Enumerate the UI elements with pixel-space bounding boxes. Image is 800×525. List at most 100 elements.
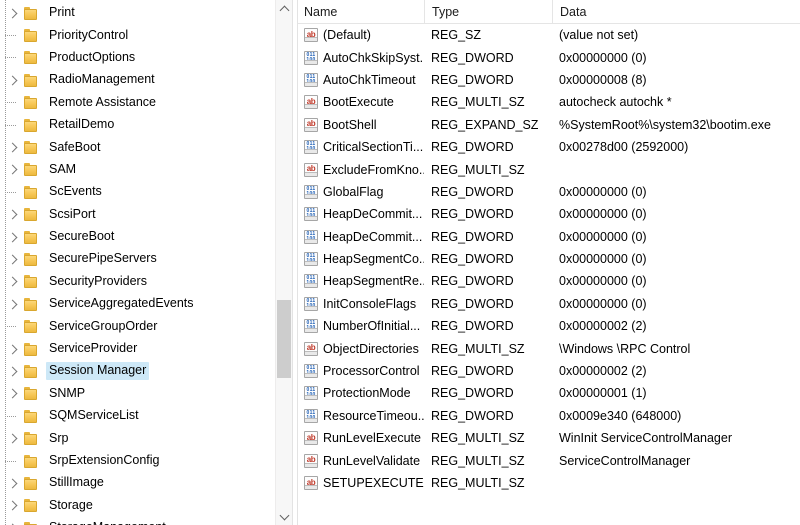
value-row[interactable]: 011100 InitConsoleFlags REG_DWORD 0x0000000…	[298, 293, 800, 315]
expand-chevron-icon[interactable]	[4, 472, 22, 494]
value-row[interactable]: 011100 HeapDeCommit... REG_DWORD 0x00000000…	[298, 226, 800, 248]
tree-item-stillimage[interactable]: StillImage	[0, 472, 292, 494]
tree-leaf-connector	[4, 92, 22, 114]
icon-fold	[305, 350, 317, 355]
expand-chevron-icon[interactable]	[4, 383, 22, 405]
dword-value-icon: 011100	[304, 252, 318, 267]
chevron-right-icon	[7, 254, 17, 265]
tree-item-snmp[interactable]: SNMP	[0, 383, 292, 405]
tree-item-print[interactable]: Print	[0, 2, 292, 24]
value-row[interactable]: 011100 NumberOfInitial... REG_DWORD 0x00000…	[298, 315, 800, 337]
tree-item-serviceprovider[interactable]: ServiceProvider	[0, 338, 292, 360]
scroll-up-button[interactable]	[276, 0, 292, 17]
value-row[interactable]: 011100 GlobalFlag REG_DWORD 0x00000000 (0)	[298, 181, 800, 203]
value-data: 0x00000000 (0)	[559, 229, 647, 244]
value-data: 0x00000002 (2)	[559, 364, 647, 379]
string-value-icon: ab	[304, 431, 318, 446]
value-row[interactable]: 011100 ProcessorControl REG_DWORD 0x0000000…	[298, 360, 800, 382]
folder-icon	[24, 342, 40, 356]
value-row[interactable]: 011100 HeapSegmentCo... REG_DWORD 0x0000000…	[298, 248, 800, 270]
expand-chevron-icon[interactable]	[4, 248, 22, 270]
tree-item-sqmservicelist[interactable]: SQMServiceList	[0, 405, 292, 427]
expand-chevron-icon[interactable]	[4, 226, 22, 248]
tree-item-srpextensionconfig[interactable]: SrpExtensionConfig	[0, 450, 292, 472]
tree-item-safeboot[interactable]: SafeBoot	[0, 136, 292, 158]
tree-connector-line	[5, 326, 16, 328]
expand-chevron-icon[interactable]	[4, 271, 22, 293]
expand-chevron-icon[interactable]	[4, 137, 22, 159]
value-row[interactable]: ab RunLevelExecute REG_MULTI_SZ WinInit Ser…	[298, 427, 800, 449]
tree-item-scsiport[interactable]: ScsiPort	[0, 204, 292, 226]
value-row[interactable]: 011100 ProtectionMode REG_DWORD 0x00000001 …	[298, 382, 800, 404]
values-list[interactable]: ab (Default) REG_SZ (value not set) 011100 Au…	[298, 24, 800, 494]
icon-fold	[305, 171, 317, 176]
tree-item-scevents[interactable]: ScEvents	[0, 181, 292, 203]
scrollbar-thumb[interactable]	[277, 300, 291, 378]
expand-chevron-icon[interactable]	[4, 517, 22, 525]
icon-fold	[305, 37, 317, 42]
expand-chevron-icon[interactable]	[4, 293, 22, 315]
expand-chevron-icon[interactable]	[4, 360, 22, 382]
tree-item-label: SecureBoot	[49, 229, 115, 244]
registry-key-tree[interactable]: Print PriorityControl ProductOptions RadioM…	[0, 0, 292, 525]
value-row[interactable]: 011100 ResourceTimeou... REG_DWORD 0x0009e3…	[298, 405, 800, 427]
tree-item-servicegrouporder[interactable]: ServiceGroupOrder	[0, 315, 292, 337]
tree-item-radiomanagement[interactable]: RadioManagement	[0, 69, 292, 91]
value-row[interactable]: ab BootShell REG_EXPAND_SZ %SystemRoot%\sys…	[298, 114, 800, 136]
value-row[interactable]: 011100 HeapSegmentRe... REG_DWORD 0x0000000…	[298, 270, 800, 292]
value-name-cell: 011100 ProcessorControl	[298, 360, 424, 382]
expand-chevron-icon[interactable]	[4, 495, 22, 517]
chevron-right-icon	[7, 366, 17, 377]
column-header-name[interactable]: Name	[298, 0, 424, 23]
value-data	[552, 472, 800, 494]
folder-icon	[24, 163, 40, 177]
expand-chevron-icon[interactable]	[4, 338, 22, 360]
value-row[interactable]: ab RunLevelValidate REG_MULTI_SZ ServiceCon…	[298, 449, 800, 471]
value-row[interactable]: 011100 AutoChkSkipSyst... REG_DWORD 0x00000…	[298, 46, 800, 68]
tree-item-securepipeservers[interactable]: SecurePipeServers	[0, 248, 292, 270]
tree-item-sam[interactable]: SAM	[0, 159, 292, 181]
expand-chevron-icon[interactable]	[4, 69, 22, 91]
tree-item-srp[interactable]: Srp	[0, 427, 292, 449]
tree-item-productoptions[interactable]: ProductOptions	[0, 47, 292, 69]
value-type: REG_MULTI_SZ	[431, 341, 525, 356]
tree-item-retaildemo[interactable]: RetailDemo	[0, 114, 292, 136]
value-row[interactable]: ab ObjectDirectories REG_MULTI_SZ \Windows …	[298, 337, 800, 359]
folder-icon	[24, 432, 40, 446]
value-name: HeapSegmentCo...	[323, 252, 424, 267]
value-name: SETUPEXECUTE	[323, 476, 424, 490]
tree-item-remote-assistance[interactable]: Remote Assistance	[0, 92, 292, 114]
value-row[interactable]: ab SETUPEXECUTE REG_MULTI_SZ	[298, 472, 800, 494]
folder-icon	[24, 118, 40, 132]
tree-item-storagemanagement[interactable]: StorageManagement	[0, 517, 292, 525]
tree-item-prioritycontrol[interactable]: PriorityControl	[0, 24, 292, 46]
tree-item-session-manager[interactable]: Session Manager	[0, 360, 292, 382]
expand-chevron-icon[interactable]	[4, 2, 22, 24]
column-header-type[interactable]: Type	[424, 0, 552, 23]
value-row[interactable]: 011100 HeapDeCommit... REG_DWORD 0x00000000…	[298, 203, 800, 225]
value-data: 0x0009e340 (648000)	[559, 408, 682, 423]
chevron-right-icon	[7, 75, 17, 86]
value-row[interactable]: ab BootExecute REG_MULTI_SZ autocheck autoc…	[298, 91, 800, 113]
value-data: 0x00000008 (8)	[559, 72, 647, 87]
tree-item-secureboot[interactable]: SecureBoot	[0, 226, 292, 248]
value-row[interactable]: 011100 AutoChkTimeout REG_DWORD 0x00000008 …	[298, 69, 800, 91]
expand-chevron-icon[interactable]	[4, 159, 22, 181]
tree-item-serviceaggregatedevents[interactable]: ServiceAggregatedEvents	[0, 293, 292, 315]
value-name: HeapSegmentRe...	[323, 274, 424, 289]
value-name-cell: ab ObjectDirectories	[298, 337, 424, 359]
scroll-down-button[interactable]	[276, 508, 292, 525]
column-header-data[interactable]: Data	[552, 0, 800, 23]
tree-item-label: ServiceAggregatedEvents	[49, 296, 194, 311]
value-row[interactable]: 011100 CriticalSectionTi... REG_DWORD 0x002…	[298, 136, 800, 158]
tree-item-storage[interactable]: Storage	[0, 495, 292, 517]
value-name-cell: ab BootExecute	[298, 91, 424, 113]
tree-item-securityproviders[interactable]: SecurityProviders	[0, 271, 292, 293]
chevron-right-icon	[7, 164, 17, 175]
expand-chevron-icon[interactable]	[4, 204, 22, 226]
expand-chevron-icon[interactable]	[4, 428, 22, 450]
value-row[interactable]: ab ExcludeFromKno... REG_MULTI_SZ	[298, 158, 800, 180]
tree-item-label: SAM	[49, 161, 77, 176]
value-row[interactable]: ab (Default) REG_SZ (value not set)	[298, 24, 800, 46]
tree-vertical-scrollbar[interactable]	[275, 0, 292, 525]
